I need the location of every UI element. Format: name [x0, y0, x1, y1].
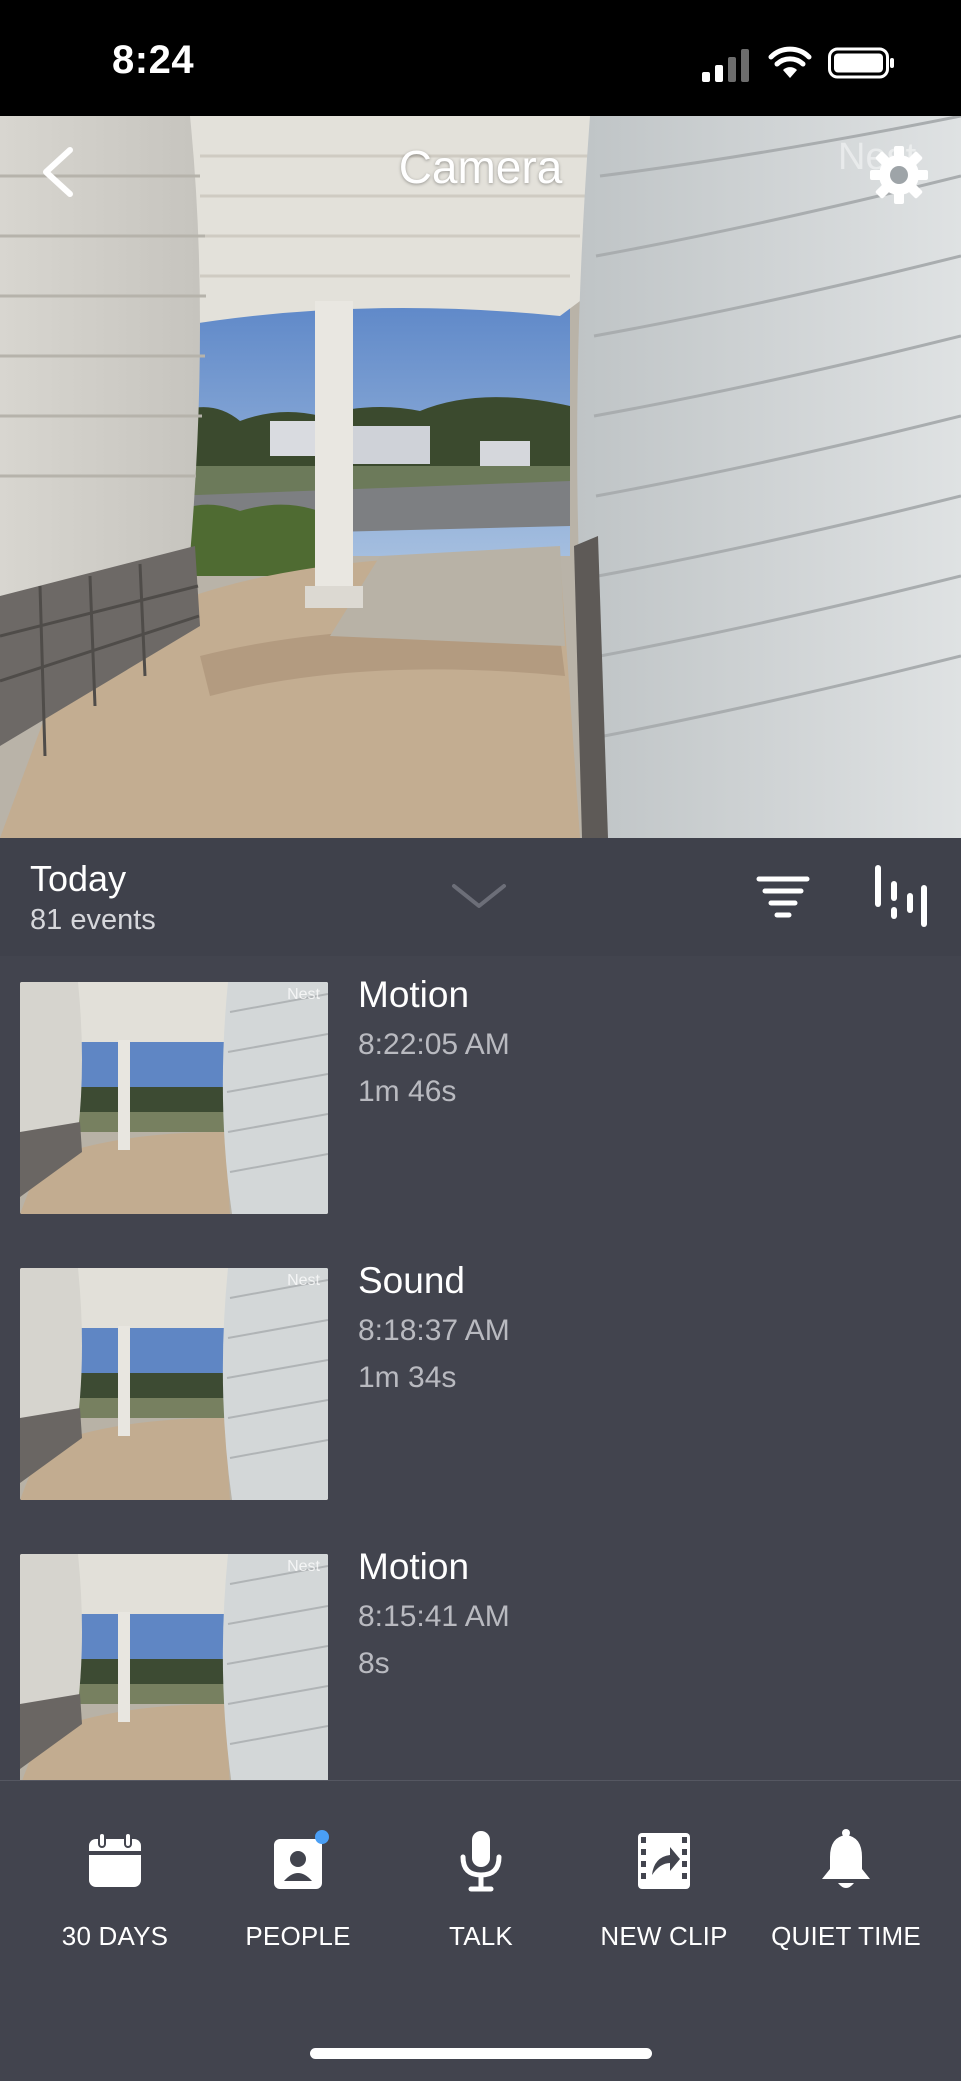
microphone-icon [460, 1831, 502, 1892]
clip-icon [638, 1833, 690, 1889]
quiet-time-label: QUIET TIME [771, 1921, 921, 1951]
status-time: 8:24 [112, 38, 195, 82]
thumbnail-watermark: Nest [287, 986, 320, 1003]
talk-label: TALK [449, 1921, 513, 1951]
home-indicator[interactable] [310, 2048, 652, 2059]
event-type: Motion [358, 1546, 470, 1587]
new-clip-label: NEW CLIP [600, 1921, 728, 1951]
bottom-toolbar: 30 DAYS PEOPLE TALK NEW CLIP QUIET TIME [0, 1780, 961, 2081]
event-duration: 8s [358, 1647, 390, 1680]
timeline-view-icon[interactable] [872, 864, 930, 928]
event-type: Sound [358, 1260, 465, 1301]
chevron-down-icon[interactable] [450, 880, 508, 912]
event-count: 81 events [30, 904, 156, 936]
event-time: 8:15:41 AM [358, 1600, 510, 1633]
quiet-time-button[interactable]: QUIET TIME [761, 1829, 931, 1952]
event-item[interactable]: Nest Motion 8:15:41 AM 8s [0, 1528, 961, 1780]
event-time: 8:18:37 AM [358, 1314, 510, 1347]
bell-icon [822, 1829, 870, 1888]
calendar-icon [89, 1832, 141, 1887]
event-list[interactable]: Nest Motion 8:22:05 AM 1m 46s Nest Sound 8:18… [0, 956, 961, 1780]
event-item[interactable]: Nest Motion 8:22:05 AM 1m 46s [0, 956, 961, 1242]
event-thumbnail[interactable]: Nest [20, 982, 328, 1214]
event-duration: 1m 46s [358, 1075, 457, 1108]
people-icon [274, 1830, 329, 1889]
thirty-days-button[interactable]: 30 DAYS [30, 1829, 200, 1952]
event-type: Motion [358, 974, 470, 1015]
event-summary-bar: Today 81 events [0, 838, 961, 957]
camera-live-view[interactable] [0, 116, 961, 838]
event-time: 8:22:05 AM [358, 1028, 510, 1061]
day-label: Today [30, 858, 127, 899]
battery-icon [828, 47, 894, 79]
event-thumbnail[interactable]: Nest [20, 1268, 328, 1500]
wifi-icon [768, 46, 812, 78]
talk-button[interactable]: TALK [396, 1829, 566, 1952]
people-button[interactable]: PEOPLE [213, 1829, 383, 1952]
status-bar: 8:24 [0, 0, 961, 116]
thumbnail-watermark: Nest [287, 1558, 320, 1575]
event-duration: 1m 34s [358, 1361, 457, 1394]
thirty-days-label: 30 DAYS [61, 1921, 169, 1951]
people-label: PEOPLE [245, 1921, 351, 1951]
settings-gear-icon[interactable] [868, 144, 930, 206]
filter-icon[interactable] [756, 874, 810, 922]
event-item[interactable]: Nest Sound 8:18:37 AM 1m 34s [0, 1242, 961, 1528]
event-thumbnail[interactable]: Nest [20, 1554, 328, 1780]
page-title: Camera [398, 141, 563, 193]
thumbnail-watermark: Nest [287, 1272, 320, 1289]
cellular-signal-icon [702, 49, 749, 82]
new-clip-button[interactable]: NEW CLIP [579, 1829, 749, 1952]
